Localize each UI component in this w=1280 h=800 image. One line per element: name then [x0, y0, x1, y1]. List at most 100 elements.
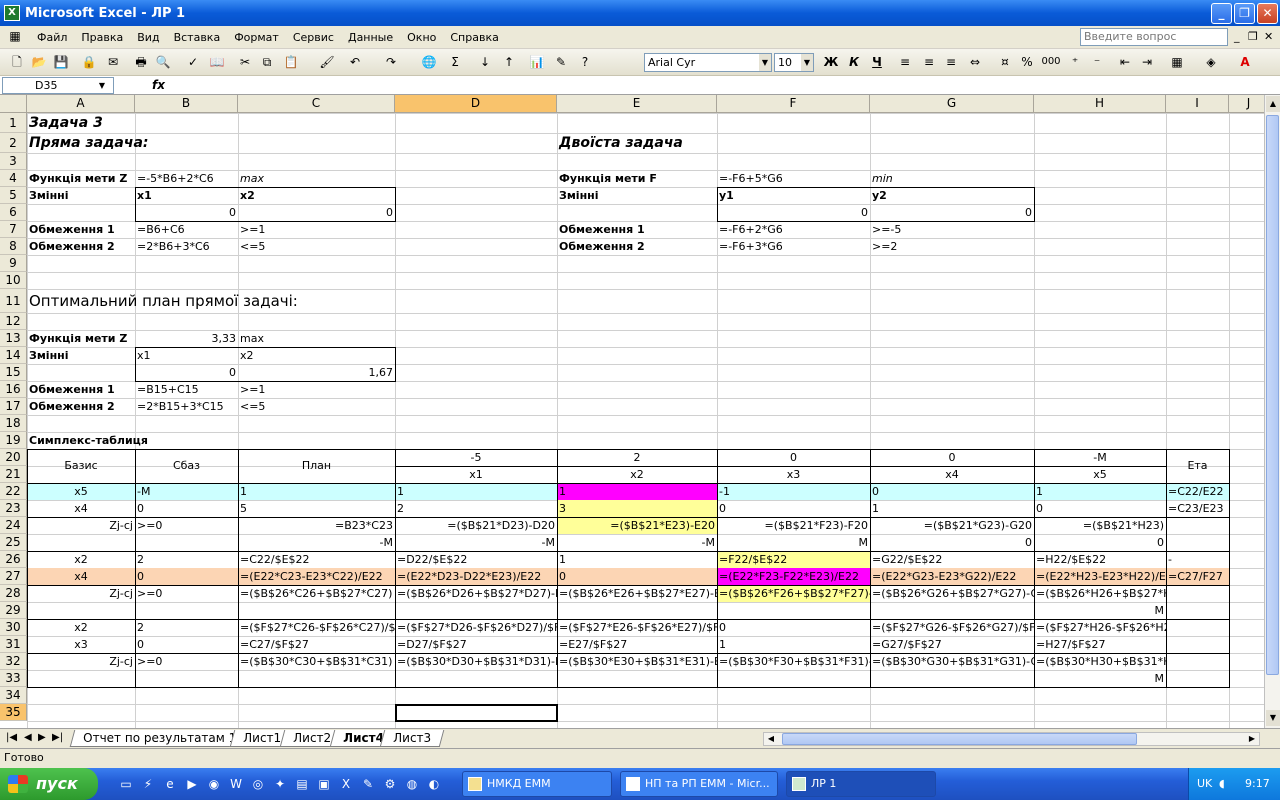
- decrease-indent-icon[interactable]: ⇤: [1116, 53, 1134, 71]
- cell-f20[interactable]: 0: [717, 449, 870, 466]
- cell-b22[interactable]: -M: [135, 483, 238, 500]
- column-header-b[interactable]: B: [135, 95, 238, 113]
- cell-c26[interactable]: =C22/$E$22: [238, 551, 395, 568]
- cell-e27[interactable]: 0: [557, 568, 717, 585]
- cell-d30[interactable]: =($F$27*D26-$F$26*D27)/$F$27: [395, 619, 557, 636]
- cell-c6[interactable]: 0: [238, 204, 395, 221]
- cell-g5[interactable]: y2: [870, 187, 1034, 204]
- formula-input[interactable]: [172, 78, 1272, 93]
- cell-c7[interactable]: >=1: [238, 221, 395, 238]
- vertical-scrollbar[interactable]: ▲ ▼: [1264, 95, 1280, 728]
- cell-e31[interactable]: =E27/$F$27: [557, 636, 717, 653]
- row-header-9[interactable]: 9: [0, 255, 27, 272]
- row-header-32[interactable]: 32: [0, 653, 27, 670]
- cell-h22[interactable]: 1: [1034, 483, 1166, 500]
- fill-color-icon[interactable]: ◈: [1202, 53, 1220, 71]
- cell-a19[interactable]: Симплекс-таблиця: [27, 432, 335, 449]
- chrome-icon[interactable]: ◐: [426, 776, 442, 792]
- cell-h25[interactable]: 0: [1034, 534, 1166, 551]
- cell-f26[interactable]: =F22/$E$22: [717, 551, 870, 568]
- menu-view[interactable]: Вид: [130, 31, 166, 44]
- restore-button[interactable]: ❐: [1234, 3, 1255, 24]
- cell-a27[interactable]: x4: [27, 568, 135, 585]
- column-header-e[interactable]: E: [557, 95, 717, 113]
- cell-b13[interactable]: 3,33: [135, 330, 238, 347]
- sort-descending-icon[interactable]: ↑: [500, 53, 518, 71]
- cell-g20[interactable]: 0: [870, 449, 1034, 466]
- cell-e25[interactable]: -M: [557, 534, 717, 551]
- app-icon[interactable]: ◉: [206, 776, 222, 792]
- hyperlink-icon[interactable]: 🌐: [420, 53, 438, 71]
- menu-data[interactable]: Данные: [341, 31, 400, 44]
- cell-g22[interactable]: 0: [870, 483, 1034, 500]
- thousands-button[interactable]: 000: [1040, 53, 1062, 71]
- cell-h23[interactable]: 0: [1034, 500, 1166, 517]
- cell-a26[interactable]: x2: [27, 551, 135, 568]
- cell-f7[interactable]: =-F6+2*G6: [717, 221, 870, 238]
- row-header-1[interactable]: 1: [0, 113, 27, 133]
- cell-c23[interactable]: 5: [238, 500, 395, 517]
- cell-f27[interactable]: =(E22*F23-F22*E23)/E22: [717, 568, 870, 585]
- cell-c4[interactable]: max: [238, 170, 395, 187]
- row-header-19[interactable]: 19: [0, 432, 27, 449]
- cell-e23[interactable]: 3: [557, 500, 717, 517]
- italic-button[interactable]: К: [845, 53, 863, 71]
- tab-report[interactable]: Отчет по результатам 1: [69, 730, 250, 747]
- row-header-17[interactable]: 17: [0, 398, 27, 415]
- cell-e5[interactable]: Змінні: [557, 187, 717, 204]
- percent-button[interactable]: %: [1018, 53, 1036, 71]
- borders-icon[interactable]: ▦: [1168, 53, 1186, 71]
- cell-f32[interactable]: =($B$30*F30+$B$31*F31)-F20: [717, 653, 870, 670]
- cut-icon[interactable]: ✂: [236, 53, 254, 71]
- minimize-button[interactable]: _: [1211, 3, 1232, 24]
- task-lr1[interactable]: ЛР 1: [786, 771, 936, 797]
- archive-icon[interactable]: ▤: [294, 776, 310, 792]
- scroll-right-icon[interactable]: ▶: [1245, 733, 1259, 745]
- cell-b5[interactable]: x1: [135, 187, 238, 204]
- workbook-restore-button[interactable]: ❐: [1248, 30, 1258, 43]
- row-header-33[interactable]: 33: [0, 670, 27, 687]
- cell-d21[interactable]: x1: [395, 466, 557, 483]
- network-icon[interactable]: ◎: [250, 776, 266, 792]
- cell-i20[interactable]: Ета: [1166, 449, 1229, 483]
- undo-icon[interactable]: ↶: [346, 53, 364, 71]
- cell-c5[interactable]: x2: [238, 187, 395, 204]
- task-nmkd[interactable]: НМКД ЕММ: [462, 771, 612, 797]
- help-icon[interactable]: ?: [576, 53, 594, 71]
- column-header-i[interactable]: I: [1166, 95, 1229, 113]
- task-np-rp[interactable]: НП та РП ЕММ - Micr...: [620, 771, 778, 797]
- row-header-20[interactable]: 20: [0, 449, 27, 466]
- cell-g24[interactable]: =($B$21*G23)-G20: [870, 517, 1034, 534]
- cell-f28[interactable]: =($B$26*F26+$B$27*F27)-F20: [717, 585, 870, 602]
- cell-f25[interactable]: M: [717, 534, 870, 551]
- row-header-29[interactable]: 29: [0, 602, 27, 619]
- row-header-34[interactable]: 34: [0, 687, 27, 704]
- row-header-2[interactable]: 2: [0, 133, 27, 153]
- cell-d20[interactable]: -5: [395, 449, 557, 466]
- cell-i26[interactable]: -: [1166, 551, 1229, 568]
- cell-c8[interactable]: <=5: [238, 238, 395, 255]
- cell-a23[interactable]: x4: [27, 500, 135, 517]
- format-painter-icon[interactable]: 🖌: [318, 53, 336, 71]
- chart-wizard-icon[interactable]: 📊: [528, 53, 546, 71]
- cell-b15[interactable]: 0: [135, 364, 238, 381]
- cell-c16[interactable]: >=1: [238, 381, 395, 398]
- close-button[interactable]: ✕: [1257, 3, 1278, 24]
- column-header-h[interactable]: H: [1034, 95, 1166, 113]
- cell-h31[interactable]: =H27/$F$27: [1034, 636, 1166, 653]
- scroll-up-icon[interactable]: ▲: [1266, 96, 1280, 112]
- cell-b6[interactable]: 0: [135, 204, 238, 221]
- bold-button[interactable]: Ж: [822, 53, 840, 71]
- cell-a2[interactable]: Пряма задача:: [27, 133, 335, 153]
- menu-file[interactable]: Файл: [30, 31, 74, 44]
- start-button[interactable]: пуск: [0, 768, 98, 800]
- workbook-close-button[interactable]: ✕: [1264, 30, 1273, 43]
- cell-a31[interactable]: x3: [27, 636, 135, 653]
- excel-quicklaunch-icon[interactable]: X: [338, 776, 354, 792]
- font-color-icon[interactable]: A: [1236, 53, 1254, 71]
- cell-c27[interactable]: =(E22*C23-E23*C22)/E22: [238, 568, 395, 585]
- cell-d27[interactable]: =(E22*D23-D22*E23)/E22: [395, 568, 557, 585]
- active-cell-d35[interactable]: [395, 704, 558, 722]
- cell-c15[interactable]: 1,67: [238, 364, 395, 381]
- autosum-icon[interactable]: Σ: [446, 53, 464, 71]
